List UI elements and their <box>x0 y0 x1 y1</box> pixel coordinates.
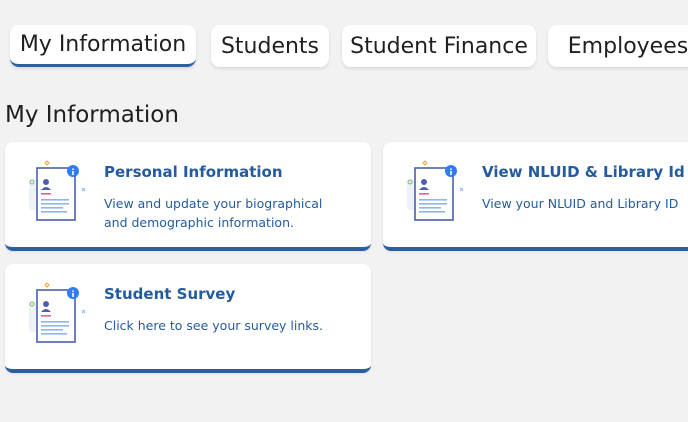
card-view-nluid-library-id[interactable]: View NLUID & Library Id View your NLUID … <box>383 142 688 251</box>
card-description: Click here to see your survey links. <box>104 318 323 333</box>
card-title: Personal Information <box>104 163 283 181</box>
tab-student-finance[interactable]: Student Finance <box>342 25 536 67</box>
card-personal-information[interactable]: Personal Information View and update you… <box>5 142 371 251</box>
page: My Information Students Student Finance … <box>0 0 688 422</box>
profile-document-icon <box>407 160 464 221</box>
card-description: View your NLUID and Library ID <box>482 196 679 211</box>
card-student-survey[interactable]: Student Survey Click here to see your su… <box>5 264 371 373</box>
tab-employees[interactable]: Employees <box>548 25 688 67</box>
card-title: View NLUID & Library Id <box>482 163 685 181</box>
profile-document-icon <box>29 282 86 343</box>
profile-document-icon <box>29 160 86 221</box>
tab-bar: My Information Students Student Finance … <box>10 25 688 71</box>
section-title: My Information <box>5 102 179 128</box>
card-title: Student Survey <box>104 285 236 303</box>
card-description: View and update your biographical and de… <box>104 196 323 230</box>
tab-students[interactable]: Students <box>211 25 329 67</box>
tab-my-information[interactable]: My Information <box>10 25 196 67</box>
